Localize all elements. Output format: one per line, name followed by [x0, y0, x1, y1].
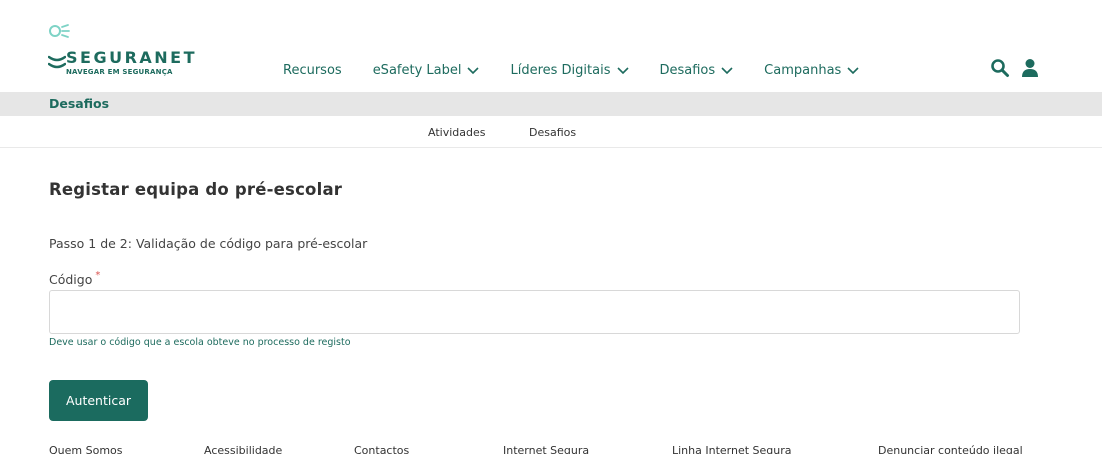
- nav-item-label: eSafety Label: [372, 62, 462, 78]
- site-footer: Quem Somos Acessibilidade Contactos Inte…: [0, 440, 1102, 454]
- nav-item-desafios[interactable]: Desafios: [660, 63, 734, 78]
- logo-underline-icon: [48, 55, 66, 69]
- chevron-down-icon: [721, 67, 733, 75]
- breadcrumb-current[interactable]: Desafios: [49, 96, 109, 111]
- logo-title: SEGURANET: [66, 48, 198, 67]
- search-icon[interactable]: [990, 58, 1010, 78]
- required-marker: *: [95, 270, 101, 281]
- subnav-item-desafios[interactable]: Desafios: [529, 126, 576, 139]
- seguranet-logo[interactable]: SEGURANET NAVEGAR EM SEGURANÇA: [48, 22, 208, 78]
- page-title: Registar equipa do pré-escolar: [49, 180, 343, 199]
- subnav-item-atividades[interactable]: Atividades: [428, 126, 485, 139]
- code-hint: Deve usar o código que a escola obteve n…: [49, 337, 351, 348]
- footer-link-quem-somos[interactable]: Quem Somos: [49, 444, 123, 454]
- nav-item-label: Líderes Digitais: [510, 62, 611, 78]
- authenticate-button[interactable]: Autenticar: [49, 380, 148, 421]
- footer-link-denunciar-conteudo[interactable]: Denunciar conteúdo ilegal: [878, 444, 1023, 454]
- nav-item-esafety-label[interactable]: eSafety Label: [373, 63, 480, 78]
- nav-item-campanhas[interactable]: Campanhas: [764, 63, 859, 78]
- header-icons: [990, 58, 1040, 78]
- code-label: Código *: [49, 270, 101, 287]
- chevron-down-icon: [847, 67, 859, 75]
- footer-link-contactos[interactable]: Contactos: [354, 444, 409, 454]
- sub-nav: Atividades Desafios: [0, 116, 1102, 148]
- site-header: SEGURANET NAVEGAR EM SEGURANÇA Recursos …: [0, 0, 1102, 92]
- main-nav: Recursos eSafety Label Líderes Digitais …: [283, 60, 890, 80]
- nav-item-recursos[interactable]: Recursos: [283, 63, 342, 78]
- nav-item-label: Campanhas: [764, 62, 842, 78]
- breadcrumb: Desafios: [0, 92, 1102, 116]
- code-label-text: Código: [49, 272, 93, 287]
- footer-link-acessibilidade[interactable]: Acessibilidade: [204, 444, 282, 454]
- user-icon[interactable]: [1020, 58, 1040, 78]
- nav-item-label: Desafios: [659, 62, 716, 78]
- nav-item-label: Recursos: [283, 62, 342, 78]
- footer-link-linha-internet-segura[interactable]: Linha Internet Segura: [672, 444, 792, 454]
- logo-tagline: NAVEGAR EM SEGURANÇA: [66, 68, 173, 76]
- chevron-down-icon: [467, 67, 480, 75]
- chevron-down-icon: [616, 67, 629, 75]
- footer-link-internet-segura[interactable]: Internet Segura: [503, 444, 589, 454]
- code-input[interactable]: [49, 290, 1020, 334]
- nav-item-lideres-digitais[interactable]: Líderes Digitais: [510, 62, 629, 78]
- step-indicator: Passo 1 de 2: Validação de código para p…: [49, 236, 368, 251]
